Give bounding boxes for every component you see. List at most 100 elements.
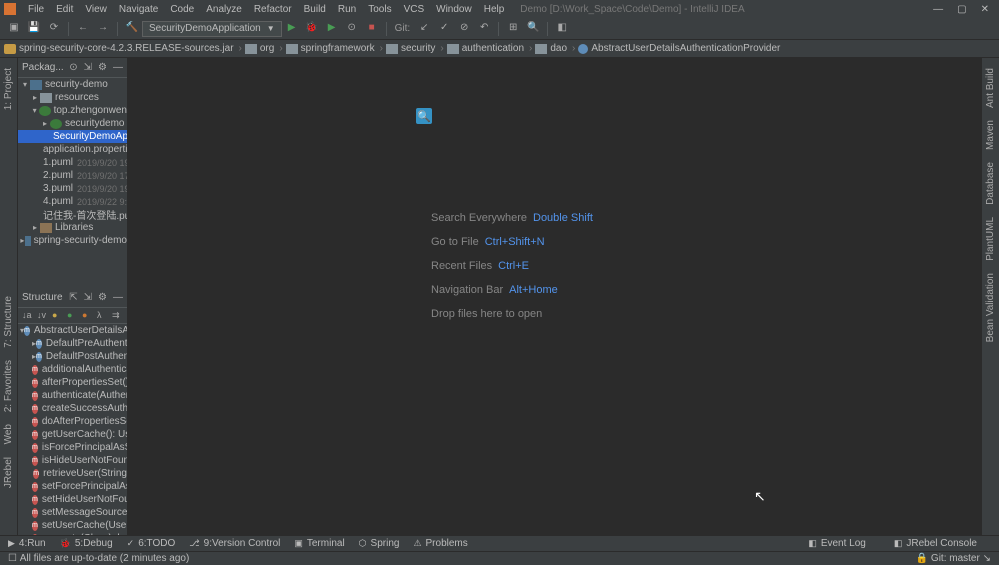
structure-row[interactable]: mgetUserCache(): User [18, 428, 127, 441]
structure-row[interactable]: mafterPropertiesSet() [18, 376, 127, 389]
anon-icon[interactable]: ● [82, 310, 93, 322]
vcs-history-icon[interactable]: ⊘ [457, 22, 471, 36]
menu-edit[interactable]: Edit [50, 4, 79, 15]
build-icon[interactable]: 🔨 [125, 22, 139, 36]
search-icon[interactable]: 🔍 [526, 22, 540, 36]
target-icon[interactable]: ⊙ [69, 62, 77, 73]
tool-bean-validation[interactable]: Bean Validation [985, 273, 996, 342]
forward-icon[interactable]: → [96, 22, 110, 36]
tree-row[interactable]: ▾security-demo [18, 78, 127, 91]
refresh-icon[interactable]: ⟳ [47, 22, 61, 36]
tree-row[interactable]: 记住我-首次登陆.puml [18, 208, 127, 221]
fields-icon[interactable]: ● [52, 310, 63, 322]
tool-terminal[interactable]: ▣Terminal [294, 538, 344, 549]
structure-row[interactable]: misHideUserNotFoundE [18, 454, 127, 467]
inherited-icon[interactable]: ● [67, 310, 78, 322]
gear-icon[interactable]: ⚙ [98, 292, 107, 303]
structure-row[interactable]: mretrieveUser(String [18, 467, 127, 480]
tool-todo[interactable]: ✓6: TODO [127, 538, 176, 549]
save-icon[interactable]: 💾 [27, 22, 41, 36]
menu-tools[interactable]: Tools [362, 4, 397, 15]
minimize-icon[interactable]: — [933, 4, 943, 15]
tree-row[interactable]: ▸securitydemo [18, 117, 127, 130]
tool-plantuml[interactable]: PlantUML [985, 217, 996, 261]
breadcrumb-item[interactable]: AbstractUserDetailsAuthenticationProvide… [578, 43, 780, 54]
jrebel-icon[interactable]: ◧ [555, 22, 569, 36]
tool-jrebel-console[interactable]: ◧JRebel Console [894, 538, 977, 549]
menu-file[interactable]: File [22, 4, 50, 15]
menu-view[interactable]: View [79, 4, 113, 15]
tree-row[interactable]: ▾top.zhengonwen [18, 104, 127, 117]
tool-jrebel[interactable]: JRebel [3, 457, 14, 488]
tool-web[interactable]: Web [3, 424, 14, 444]
structure-row[interactable]: msetHideUserNotFoun [18, 493, 127, 506]
search-project-icon[interactable]: ⊞ [506, 22, 520, 36]
breadcrumb-item[interactable]: spring-security-core-4.2.3.RELEASE-sourc… [4, 43, 234, 54]
lambda-icon[interactable]: λ [97, 310, 108, 322]
autoscroll-icon[interactable]: ⇉ [112, 310, 123, 322]
hide-icon[interactable]: — [113, 62, 123, 73]
maximize-icon[interactable]: ▢ [957, 4, 966, 15]
structure-row[interactable]: msetUserCache(UserC [18, 519, 127, 532]
tool-problems[interactable]: ⚠Problems [413, 538, 467, 549]
editor-area[interactable]: 🔍 Search EverywhereDouble Shift Go to Fi… [128, 58, 981, 553]
tree-row[interactable]: 3.puml2019/9/20 19:02 [18, 182, 127, 195]
run-icon[interactable]: ▶ [285, 22, 299, 36]
vcs-commit-icon[interactable]: ✓ [437, 22, 451, 36]
menu-refactor[interactable]: Refactor [248, 4, 298, 15]
open-icon[interactable]: ▣ [7, 22, 21, 36]
tree-row[interactable]: SecurityDemoApplication [18, 130, 127, 143]
structure-row[interactable]: ▸mDefaultPostAuthenticat [18, 350, 127, 363]
tool-database[interactable]: Database [985, 162, 996, 205]
structure-tree[interactable]: ▾mAbstractUserDetailsAut▸mDefaultPreAuth… [18, 324, 127, 548]
breadcrumb-item[interactable]: dao [535, 43, 567, 54]
tree-row[interactable]: ▸spring-security-demo [18, 234, 127, 247]
profile-icon[interactable]: ⊙ [345, 22, 359, 36]
menu-run[interactable]: Run [332, 4, 362, 15]
tool-eventlog[interactable]: ◧Event Log [808, 538, 866, 549]
hide-icon[interactable]: — [113, 292, 123, 303]
structure-row[interactable]: mdoAfterPropertiesSet [18, 415, 127, 428]
sort-vis-icon[interactable]: ↓v [37, 310, 48, 322]
structure-row[interactable]: misForcePrincipalAsSt [18, 441, 127, 454]
structure-row[interactable]: mcreateSuccessAuthen [18, 402, 127, 415]
menu-analyze[interactable]: Analyze [200, 4, 248, 15]
tree-row[interactable]: ▸Libraries [18, 221, 127, 234]
breadcrumb-item[interactable]: security [386, 43, 435, 54]
tree-row[interactable]: application.properties [18, 143, 127, 156]
goto-icon[interactable]: ↘ [983, 553, 991, 564]
tool-run[interactable]: ▶4: Run [8, 538, 46, 549]
tool-vcs[interactable]: ⎇9: Version Control [189, 538, 280, 549]
expand-icon[interactable]: ⇱ [69, 292, 77, 303]
sort-alpha-icon[interactable]: ↓a [22, 310, 33, 322]
structure-row[interactable]: madditionalAuthenticati [18, 363, 127, 376]
menu-build[interactable]: Build [298, 4, 332, 15]
debug-icon[interactable]: 🐞 [305, 22, 319, 36]
lock-icon[interactable]: 🔒 [916, 553, 928, 564]
menu-navigate[interactable]: Navigate [113, 4, 164, 15]
tool-project[interactable]: 1: Project [3, 68, 14, 110]
tool-spring[interactable]: ⬡Spring [359, 538, 400, 549]
structure-row[interactable]: mauthenticate(Authenti [18, 389, 127, 402]
tree-row[interactable]: ▸resources [18, 91, 127, 104]
search-floating-icon[interactable]: 🔍 [416, 108, 432, 124]
back-icon[interactable]: ← [76, 22, 90, 36]
collapse-icon[interactable]: ⇲ [84, 62, 92, 73]
collapse-icon[interactable]: ⇲ [84, 292, 92, 303]
breadcrumb-item[interactable]: authentication [447, 43, 524, 54]
status-tip-icon[interactable]: ☐ [8, 553, 17, 564]
tool-ant[interactable]: Ant Build [985, 68, 996, 108]
run-configuration-selector[interactable]: SecurityDemoApplication ▼ [142, 21, 282, 37]
menu-code[interactable]: Code [164, 4, 200, 15]
tool-structure[interactable]: 7: Structure [3, 296, 14, 348]
tree-row[interactable]: 2.puml2019/9/20 17:34 [18, 169, 127, 182]
menu-window[interactable]: Window [430, 4, 478, 15]
tree-row[interactable]: 1.puml2019/9/20 19:50 [18, 156, 127, 169]
menu-vcs[interactable]: VCS [398, 4, 431, 15]
breadcrumb-item[interactable]: org [245, 43, 274, 54]
breadcrumb-item[interactable]: springframework [286, 43, 375, 54]
structure-row[interactable]: ▾mAbstractUserDetailsAut [18, 324, 127, 337]
close-icon[interactable]: ✕ [981, 4, 989, 15]
tool-debug[interactable]: 🐞5: Debug [60, 538, 113, 549]
structure-row[interactable]: ▸mDefaultPreAuthenticati [18, 337, 127, 350]
